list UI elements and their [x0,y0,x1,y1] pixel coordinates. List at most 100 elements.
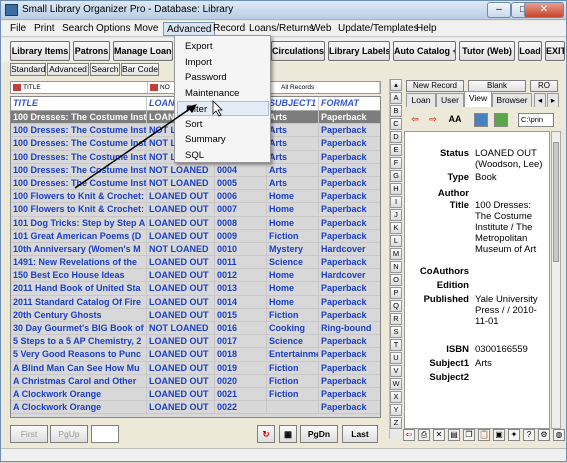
cell-format[interactable]: Paperback [319,296,380,308]
cell-title[interactable]: 100 Dresses: The Costume Insti [11,150,147,163]
cell-item-id[interactable]: 0011 [215,256,267,269]
help-icon[interactable]: ? [523,429,535,441]
menu-item-filter[interactable]: Filter [177,101,269,116]
library-items-button[interactable]: Library Items [10,41,70,61]
cell-format[interactable]: Paperback [319,111,380,123]
paste-icon[interactable]: 📋 [478,429,490,441]
alpha-index-h[interactable]: H [390,183,402,195]
cell-subject[interactable]: Fiction [267,387,319,400]
cell-loan-status[interactable]: LOANED OUT [147,361,215,374]
cell-loan-status[interactable]: LOANED OUT [147,335,215,348]
cell-format[interactable]: Paperback [319,375,380,387]
alpha-index-v[interactable]: V [390,365,402,377]
record-position-field[interactable] [91,425,119,443]
refresh-icon[interactable]: ↻ [257,425,275,443]
tab-browser[interactable]: Browser [492,93,532,107]
grid-icon[interactable] [474,113,488,127]
cell-title[interactable]: A Clockwork Orange [11,401,147,414]
arrow-right-icon[interactable]: ⇨ [426,113,440,127]
cell-loan-status[interactable]: NOT LOANED [147,322,215,334]
print-icon[interactable]: ⎙ [418,429,430,441]
cell-subject[interactable]: Home [267,216,319,229]
cell-item-id[interactable]: 0020 [215,374,267,387]
cell-subject[interactable]: Home [267,282,319,295]
tutor-web-button[interactable]: Tutor (Web) [459,41,515,61]
cell-subject[interactable]: Home [267,269,319,282]
cell-format[interactable]: Paperback [319,151,380,163]
column-format[interactable]: FORMAT [319,97,380,110]
cell-format[interactable]: Paperback [319,230,380,242]
cell-loan-status[interactable]: LOANED OUT [147,216,215,229]
menu-loans-returns[interactable]: Loans/Returns [246,22,317,36]
menu-file[interactable]: File [7,22,29,36]
cell-format[interactable]: Paperback [319,335,380,347]
table-row[interactable]: 1491: New Revelations of the LOANED OUT 00… [11,256,380,270]
circulations-button[interactable]: Circulations [271,41,325,61]
cell-subject[interactable]: Fiction [267,229,319,242]
cell-subject[interactable]: Fiction [267,308,319,321]
cell-title[interactable]: A Christmas Carol and Other [11,374,147,387]
delete-icon[interactable]: ✕ [433,429,445,441]
table-row[interactable]: 5 Steps to a 5 AP Chemistry, 2 LOANED OUT… [11,335,380,349]
table-row[interactable]: A Christmas Carol and Other LOANED OUT 002… [11,374,380,388]
alpha-scroll-up-icon[interactable]: ▴ [390,79,402,91]
cell-title[interactable]: 5 Very Good Reasons to Punc [11,348,147,361]
cell-title[interactable]: 100 Dresses: The Costume Insti [11,176,147,189]
menu-item-sql[interactable]: SQL [177,148,269,163]
table-row[interactable]: 100 Dresses: The Costume InstiNOT LOANED… [11,163,380,177]
advanced-button[interactable]: Advanced [47,63,89,76]
table-row[interactable]: 100 Flowers to Knit & Crochet: LOANED OUT… [11,190,380,204]
alpha-index-k[interactable]: K [390,222,402,234]
cell-subject[interactable]: Home [267,190,319,203]
cell-loan-status[interactable]: LOANED OUT [147,401,215,414]
cell-item-id[interactable]: 0022 [215,401,267,414]
arrow-left-icon[interactable]: ⇦ [408,113,422,127]
color-palette-icon[interactable] [494,113,508,127]
image-icon[interactable]: ▣ [493,429,505,441]
table-row[interactable]: 2011 Hand Book of United Sta LOANED OUT 00… [11,282,380,296]
cell-format[interactable]: Paperback [319,401,380,413]
cell-subject[interactable]: Home [267,295,319,308]
alpha-index-f[interactable]: F [390,157,402,169]
cell-item-id[interactable]: 0016 [215,322,267,334]
cell-title[interactable]: 30 Day Gourmet's BIG Book of [11,322,147,334]
table-row[interactable]: A Clockwork Orange LOANED OUT 0021 Fiction P… [11,387,380,402]
cell-loan-status[interactable]: LOANED OUT [147,308,215,321]
cell-loan-status[interactable]: NOT LOANED [147,176,215,189]
alpha-index-j[interactable]: J [390,209,402,221]
table-row[interactable]: A Blind Man Can See How Mu LOANED OUT 0019… [11,361,380,375]
cell-subject[interactable]: Arts [267,176,319,189]
alpha-index-w[interactable]: W [390,378,402,390]
cell-format[interactable]: Paperback [319,309,380,321]
cell-subject[interactable]: Arts [267,150,319,163]
standard-button[interactable]: Standard [10,63,46,76]
alpha-index-b[interactable]: B [390,105,402,117]
manage-loans-button[interactable]: Manage Loans [113,41,173,61]
alpha-index-n[interactable]: N [390,261,402,273]
cell-format[interactable]: Paperback [319,362,380,374]
read-only-toggle[interactable]: RO [530,80,558,92]
copy-icon[interactable]: ❐ [463,429,475,441]
tab-view[interactable]: View [464,91,492,107]
menu-item-password[interactable]: Password [177,70,269,85]
new-record-button[interactable]: New Record [406,80,464,92]
cell-item-id[interactable]: 0017 [215,335,267,348]
globe-icon[interactable]: ◍ [553,429,565,441]
cell-title[interactable]: 101 Dog Tricks: Step by Step A [11,216,147,229]
path-field[interactable]: C:\prin [518,113,554,127]
tab-scroll-left-icon[interactable]: ◂ [534,93,546,107]
cell-item-id[interactable]: 0019 [215,361,267,374]
cell-subject[interactable]: Entertainme [267,348,319,361]
cell-item-id[interactable]: 0010 [215,242,267,255]
cell-title[interactable]: 100 Dresses: The Costume Insti [11,163,147,176]
cell-item-id[interactable]: 0015 [215,308,267,321]
cell-format[interactable]: Paperback [319,348,380,360]
font-size-icon[interactable]: AA [448,113,462,127]
cell-title[interactable]: 5 Steps to a 5 AP Chemistry, 2 [11,335,147,348]
last-button[interactable]: Last [342,425,378,443]
table-row[interactable]: 100 Dresses: The Costume InstiNOT LOANED… [11,176,380,191]
alpha-index-r[interactable]: R [390,313,402,325]
exit-button[interactable]: EXIT [545,41,565,61]
cell-item-id[interactable]: 0021 [215,387,267,400]
alpha-index-x[interactable]: X [390,391,402,403]
